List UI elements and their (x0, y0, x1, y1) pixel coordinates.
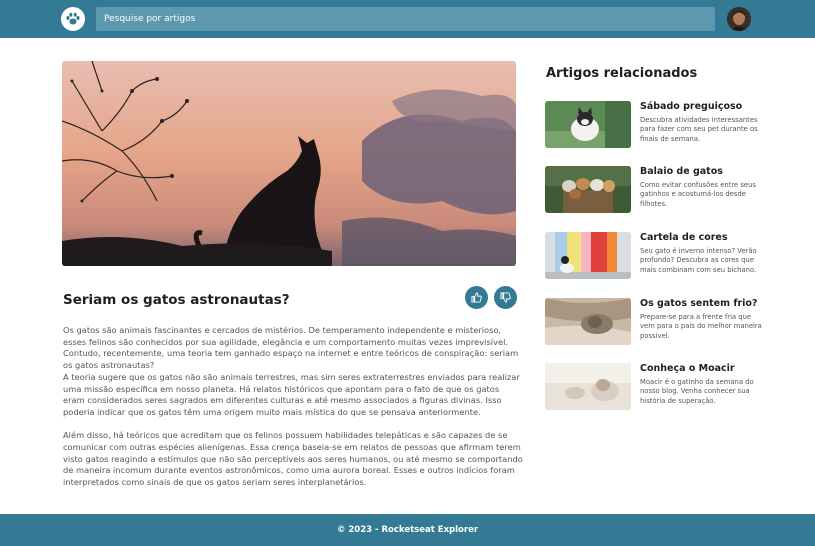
article-title: Sábado preguiçoso (640, 101, 743, 112)
related-article-item[interactable]: Os gatos sentem frio? Prepare-se para a … (545, 298, 770, 348)
article-paragraph: A teoria sugere que os gatos não são ani… (63, 371, 520, 417)
article-title: Cartela de cores (640, 232, 728, 243)
paw-icon (66, 12, 80, 25)
related-article-item[interactable]: Balaio de gatos Como evitar confusões en… (545, 166, 770, 216)
like-button[interactable] (465, 286, 488, 309)
article-thumbnail (545, 298, 631, 345)
paw-logo[interactable] (61, 7, 85, 31)
dislike-button[interactable] (494, 286, 517, 309)
article-title: Balaio de gatos (640, 166, 723, 177)
top-bar (0, 0, 815, 38)
footer: © 2023 - Rocketseat Explorer (0, 514, 815, 546)
related-article-item[interactable]: Conheça o Moacir Moacir é o gatinho da s… (545, 363, 770, 413)
hero-image (62, 61, 516, 266)
article-thumbnail (545, 363, 631, 410)
thumbs-down-icon (500, 292, 511, 303)
article-title: Seriam os gatos astronautas? (63, 292, 290, 308)
article-thumbnail (545, 101, 631, 148)
article-paragraph: Os gatos são animais fascinantes e cerca… (63, 325, 519, 371)
article-description: Moacir é o gatinho da semana do nosso bl… (640, 378, 754, 405)
footer-text: © 2023 - Rocketseat Explorer (336, 525, 479, 535)
user-avatar[interactable] (727, 7, 751, 31)
thumbs-up-icon (471, 292, 482, 303)
article-body: Os gatos são animais fascinantes e cerca… (63, 325, 523, 489)
article-description: Como evitar confusões entre seus gatinho… (640, 181, 756, 208)
related-articles-title: Artigos relacionados (546, 66, 698, 81)
search-input[interactable] (96, 7, 715, 31)
article-description: Seu gato é inverno intenso? Verão profun… (640, 247, 757, 274)
article-title: Os gatos sentem frio? (640, 298, 758, 309)
article-title: Conheça o Moacir (640, 363, 735, 374)
related-article-item[interactable]: Cartela de cores Seu gato é inverno inte… (545, 232, 770, 282)
article-thumbnail (545, 232, 631, 279)
article-thumbnail (545, 166, 631, 213)
related-article-item[interactable]: Sábado preguiçoso Descubra atividades in… (545, 101, 770, 151)
article-description: Prepare-se para a frente fria que vem pa… (640, 313, 762, 340)
article-paragraph: Além disso, há teóricos que acreditam qu… (63, 430, 523, 488)
article-description: Descubra atividades interessantes para f… (640, 116, 758, 143)
